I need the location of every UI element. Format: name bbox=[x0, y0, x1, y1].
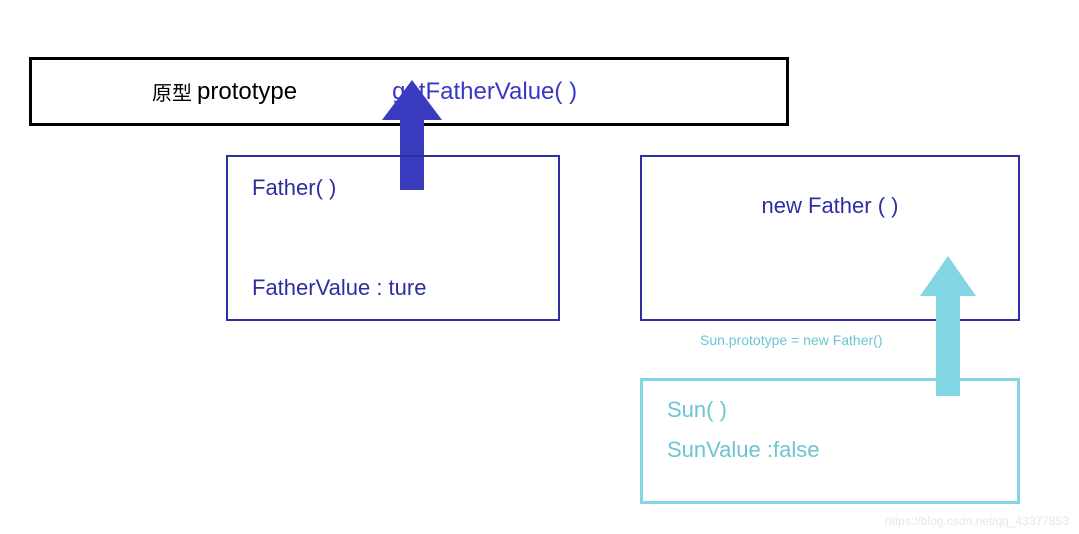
father-constructor-label: Father( ) bbox=[252, 175, 534, 201]
father-property-label: FatherValue : ture bbox=[252, 275, 534, 301]
arrow-up-cyan-icon bbox=[920, 256, 976, 396]
sun-property-label: SunValue :false bbox=[667, 437, 993, 463]
prototype-label-english: prototype bbox=[197, 78, 297, 106]
watermark-text: https://blog.csdn.net/qq_43377853 bbox=[885, 514, 1069, 528]
sun-constructor-label: Sun( ) bbox=[667, 397, 993, 423]
prototype-label-chinese: 原型 bbox=[152, 77, 192, 106]
sun-box: Sun( ) SunValue :false bbox=[640, 378, 1020, 504]
new-father-label: new Father ( ) bbox=[762, 193, 899, 219]
assignment-label: Sun.prototype = new Father() bbox=[700, 332, 883, 348]
father-box: Father( ) FatherValue : ture bbox=[226, 155, 560, 321]
